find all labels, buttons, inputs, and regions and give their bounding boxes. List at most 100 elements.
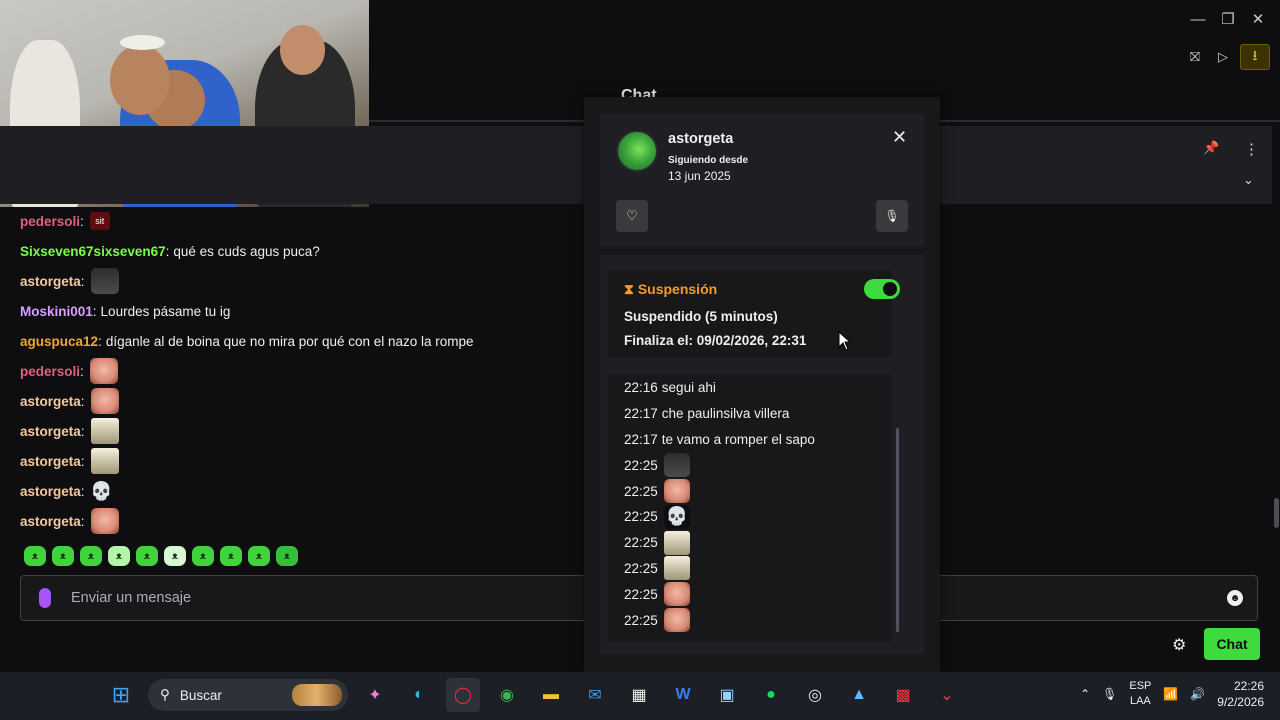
chat-username[interactable]: Moskini001 — [20, 304, 93, 319]
chat-username[interactable]: astorgeta — [20, 424, 81, 439]
suspension-toggle[interactable] — [864, 279, 900, 299]
close-window-icon[interactable]: ✕ — [1246, 8, 1270, 30]
window-controls: — ❐ ✕ — [1186, 8, 1270, 30]
speaker-icon[interactable]: 🔊 — [1190, 687, 1205, 701]
history-text: segui ahi — [661, 380, 716, 396]
history-time: 22:25 — [624, 535, 658, 551]
file-explorer-icon[interactable]: ▬ — [534, 678, 568, 712]
microphone-tray-icon[interactable]: 🎙 — [1102, 687, 1117, 701]
emote-bar: ᴥ ᴥ ᴥ ᴥ ᴥ ᴥ ᴥ ᴥ ᴥ ᴥ — [24, 546, 298, 566]
emote-icon[interactable]: ᴥ — [108, 546, 130, 566]
obs-icon[interactable]: ◎ — [798, 678, 832, 712]
chevron-up-icon[interactable]: ⌃ — [1080, 687, 1090, 701]
chat-colon: : — [80, 393, 85, 409]
spotify-icon[interactable]: ● — [754, 678, 788, 712]
word-icon[interactable]: W — [666, 678, 700, 712]
close-icon[interactable]: ✕ — [892, 127, 907, 148]
more-options-icon[interactable]: ⋮ — [1244, 140, 1259, 158]
emote-icon[interactable]: ᴥ — [276, 546, 298, 566]
language-top: ESP — [1129, 680, 1152, 692]
restore-icon[interactable]: ❐ — [1216, 8, 1240, 30]
username[interactable]: astorgeta — [668, 131, 733, 147]
microphone-icon[interactable] — [39, 588, 51, 608]
app-window: — ❐ ✕ ⛝ ▷ ⭳ Chat 📌 ⋮ ⌄ pedersoli: sit Sixs… — [0, 0, 1280, 672]
chat-username[interactable]: pedersoli — [20, 214, 80, 229]
minimize-icon[interactable]: — — [1186, 8, 1210, 30]
language-indicator[interactable]: ESP LAA — [1129, 679, 1151, 709]
chat-message: astorgeta: — [20, 506, 580, 536]
wifi-icon[interactable]: 📶 — [1163, 687, 1178, 701]
skull-emote-icon: 💀 — [663, 504, 690, 529]
history-row: 22:25 — [608, 530, 892, 556]
store-icon[interactable]: ▦ — [622, 678, 656, 712]
history-row: 22:17 che paulinsilva villera — [608, 401, 892, 427]
emote-icon[interactable]: ᴥ — [52, 546, 74, 566]
chat-username[interactable]: astorgeta — [20, 394, 81, 409]
emote-icon[interactable]: ᴥ — [80, 546, 102, 566]
history-time: 22:25 — [624, 586, 658, 602]
emote-icon[interactable]: ᴥ — [220, 546, 242, 566]
shield-icon[interactable]: ⛝ — [1184, 45, 1206, 69]
windows-start-icon[interactable]: ⊞ — [104, 678, 138, 712]
streaming-app-icon[interactable]: ▩ — [886, 678, 920, 712]
send-icon[interactable]: ▷ — [1212, 45, 1234, 69]
emote-icon[interactable]: ᴥ — [248, 546, 270, 566]
message-history: 22:16 segui ahi 22:17 che paulinsilva ville… — [608, 375, 892, 641]
photos-icon[interactable]: ▲ — [842, 678, 876, 712]
clock-date: 9/2/2026 — [1217, 695, 1264, 709]
skull-emote-icon: 💀 — [90, 478, 113, 504]
download-icon[interactable]: ⭳ — [1240, 44, 1270, 70]
emote-icon[interactable]: ᴥ — [24, 546, 46, 566]
chat-username[interactable]: astorgeta — [20, 514, 81, 529]
chat-username[interactable]: pedersoli — [20, 364, 80, 379]
history-row: 22:16 segui ahi — [608, 375, 892, 401]
chat-username[interactable]: aguspuca12 — [20, 334, 98, 349]
copilot-icon[interactable]: ✦ — [358, 678, 392, 712]
chat-colon: : — [80, 423, 85, 439]
avatar — [616, 130, 658, 172]
chrome-icon[interactable]: ◉ — [490, 678, 524, 712]
polygon-emote-icon — [90, 418, 119, 444]
emote-icon[interactable]: ᴥ — [136, 546, 158, 566]
clock[interactable]: 22:26 9/2/2026 — [1217, 678, 1264, 710]
emoji-picker-icon[interactable]: ☻ — [1227, 590, 1243, 606]
chat-username[interactable]: astorgeta — [20, 484, 81, 499]
face-emote-icon — [90, 388, 119, 414]
chevron-down-icon[interactable]: ⌄ — [1243, 172, 1254, 188]
history-time: 22:25 — [624, 612, 658, 628]
system-tray: ⌃ 🎙 ESP LAA 📶 🔊 22:26 9/2/2026 — [1080, 678, 1264, 710]
emote-icon[interactable]: ᴥ — [192, 546, 214, 566]
chat-username[interactable]: Sixseven67sixseven67 — [20, 244, 166, 259]
chat-send-button[interactable]: Chat — [1204, 628, 1260, 660]
user-card-header: astorgeta Siguiendo desde 13 jun 2025 ✕ … — [600, 113, 924, 247]
history-time: 22:25 — [624, 509, 658, 525]
chat-message-text: díganle al de boina que no mira por qué … — [105, 333, 474, 349]
chat-username[interactable]: astorgeta — [20, 454, 81, 469]
emote-icon[interactable]: ᴥ — [164, 546, 186, 566]
chat-message: Sixseven67sixseven67: qué es cuds agus pu… — [20, 236, 580, 266]
mail-icon[interactable]: ✉ — [578, 678, 612, 712]
mute-mic-icon[interactable]: 🎙 — [876, 200, 908, 232]
heart-icon[interactable]: ♡ — [616, 200, 648, 232]
chat-username[interactable]: astorgeta — [20, 274, 81, 289]
opera-icon[interactable]: ◯ — [446, 678, 480, 712]
gear-icon[interactable]: ⚙ — [1172, 635, 1186, 655]
history-time: 22:25 — [624, 483, 658, 499]
history-scrollbar[interactable] — [896, 428, 899, 632]
page-scrollbar[interactable] — [1274, 498, 1279, 528]
edge-icon[interactable]: ◐ — [402, 678, 436, 712]
pin-icon[interactable]: 📌 — [1203, 140, 1219, 156]
chat-message: pedersoli: — [20, 356, 580, 386]
following-label: Siguiendo desde — [668, 155, 749, 166]
chat-colon: : — [80, 453, 85, 469]
history-time: 22:17 — [624, 406, 658, 422]
window-app-icon[interactable]: ▣ — [710, 678, 744, 712]
taskbar-search[interactable]: ⚲ Buscar — [148, 679, 348, 711]
chat-input-placeholder: Enviar un mensaje — [71, 590, 192, 606]
taskbar-apps: ⊞ ⚲ Buscar ✦ ◐ ◯ ◉ ▬ ✉ ▦ W ▣ ● ◎ ▲ ▩ ⌄ — [104, 678, 964, 712]
chat-colon: : — [98, 333, 102, 349]
pocket-icon[interactable]: ⌄ — [930, 678, 964, 712]
suspension-state: Suspendido (5 minutos) — [624, 309, 778, 324]
chat-colon: : — [80, 273, 85, 289]
mouse-cursor-icon — [838, 331, 852, 351]
